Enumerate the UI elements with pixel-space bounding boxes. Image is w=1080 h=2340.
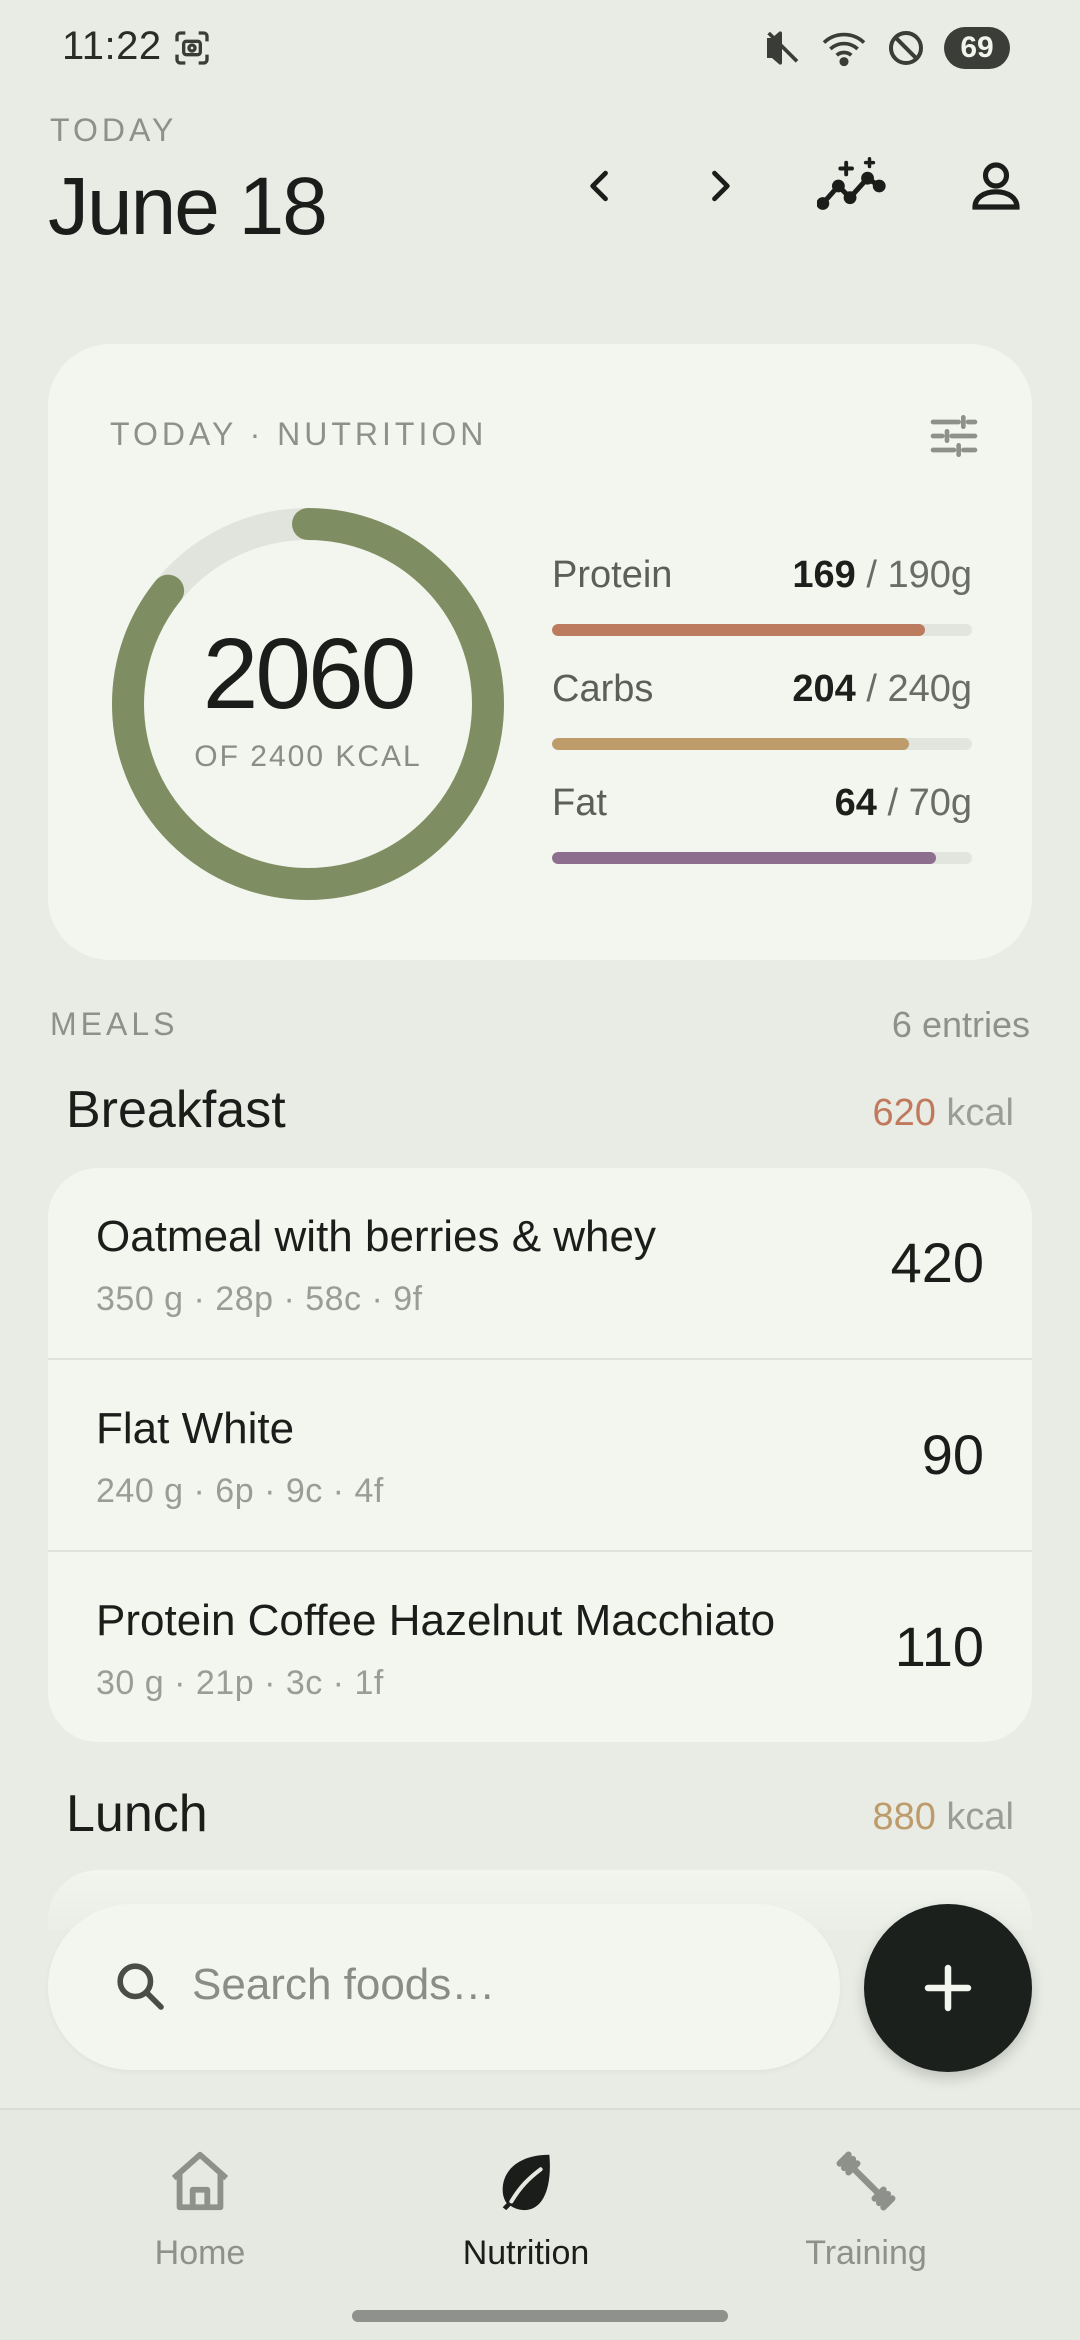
food-kcal: 110 (894, 1615, 984, 1678)
search-input[interactable]: Search foods… (48, 1904, 840, 2070)
header-overline: TODAY (50, 112, 178, 148)
macro-progress-fill (552, 852, 936, 864)
nav-label: Training (805, 2234, 927, 2272)
status-bar: 11:22 69 (0, 0, 1080, 100)
previous-day-button[interactable] (560, 146, 640, 226)
list-item[interactable]: Oatmeal with berries & whey 350 g · 28p … (48, 1168, 1032, 1360)
calories-goal: OF 2400 KCAL (194, 740, 422, 773)
list-item[interactable]: Protein Coffee Hazelnut Macchiato 30 g ·… (48, 1552, 1032, 1742)
plus-icon (924, 1964, 972, 2012)
food-kcal: 90 (921, 1423, 984, 1486)
lunch-kcal: 880 kcal (872, 1796, 1014, 1838)
leaf-icon (502, 2154, 550, 2211)
macro-name: Protein (552, 554, 673, 596)
nav-label: Home (154, 2234, 246, 2272)
macro-fat: Fat 64 / 70g (552, 782, 972, 872)
insights-button[interactable] (812, 146, 892, 226)
status-time: 11:22 (62, 24, 162, 68)
chevron-right-icon (712, 170, 730, 202)
macro-progress-track (552, 738, 972, 750)
list-item[interactable]: Flat White 240 g · 6p · 9c · 4f 90 (48, 1360, 1032, 1552)
meals-section-label: MEALS (50, 1006, 179, 1042)
macro-values: 204 / 240g (792, 668, 972, 710)
battery-indicator: 69 (944, 27, 1010, 69)
breakfast-list: Oatmeal with berries & whey 350 g · 28p … (48, 1168, 1032, 1742)
food-meta: 30 g · 21p · 3c · 1f (96, 1664, 384, 1702)
macro-carbs: Carbs 204 / 240g (552, 668, 972, 758)
status-icons: 69 (762, 26, 1010, 70)
macro-progress-fill (552, 624, 926, 636)
profile-button[interactable] (956, 146, 1036, 226)
home-indicator (352, 2310, 728, 2322)
food-name: Protein Coffee Hazelnut Macchiato (96, 1596, 776, 1645)
food-name: Oatmeal with berries & whey (96, 1212, 656, 1261)
macro-values: 169 / 190g (792, 554, 972, 596)
screenshot-icon (175, 31, 209, 65)
nutrition-summary-card[interactable]: TODAY · NUTRITION 2060 OF 2400 KCAL Prot… (48, 344, 1032, 960)
tune-icon (930, 415, 978, 457)
mute-icon (767, 31, 799, 65)
add-food-button[interactable] (864, 1904, 1032, 2072)
breakfast-kcal: 620 kcal (872, 1092, 1014, 1134)
chevron-left-icon (590, 170, 608, 202)
nav-label: Nutrition (462, 2234, 590, 2272)
macro-name: Carbs (552, 668, 654, 710)
search-icon (117, 1963, 164, 2010)
entries-count: 6 entries (891, 1004, 1030, 1045)
home-icon (171, 2151, 229, 2211)
macro-protein: Protein 169 / 190g (552, 554, 972, 644)
adjust-goals-button[interactable] (926, 408, 982, 464)
do-not-disturb-icon (889, 31, 923, 65)
next-day-button[interactable] (680, 146, 760, 226)
dumbbell-icon (836, 2151, 896, 2211)
macro-progress-fill (552, 738, 909, 750)
macro-values: 64 / 70g (834, 782, 972, 824)
food-name: Flat White (96, 1404, 295, 1453)
wifi-icon (822, 32, 866, 67)
food-meta: 350 g · 28p · 58c · 9f (96, 1280, 423, 1318)
nav-training[interactable]: Training (736, 2146, 996, 2296)
bottom-navigation: Home Nutrition Training (0, 2108, 1080, 2340)
nav-nutrition[interactable]: Nutrition (396, 2146, 656, 2296)
food-meta: 240 g · 6p · 9c · 4f (96, 1472, 384, 1510)
breakfast-title: Breakfast (66, 1081, 286, 1139)
macro-progress-track (552, 624, 972, 636)
lunch-title: Lunch (66, 1785, 208, 1843)
person-icon (972, 162, 1020, 210)
food-kcal: 420 (890, 1231, 984, 1294)
calories-consumed: 2060 (202, 618, 416, 730)
macro-progress-track (552, 852, 972, 864)
search-placeholder: Search foods… (192, 1960, 496, 2009)
page-title: June 18 (48, 161, 328, 252)
trend-sparkle-icon (817, 157, 886, 210)
macro-name: Fat (552, 782, 607, 824)
card-label: TODAY · NUTRITION (110, 416, 488, 452)
nav-home[interactable]: Home (70, 2146, 330, 2296)
